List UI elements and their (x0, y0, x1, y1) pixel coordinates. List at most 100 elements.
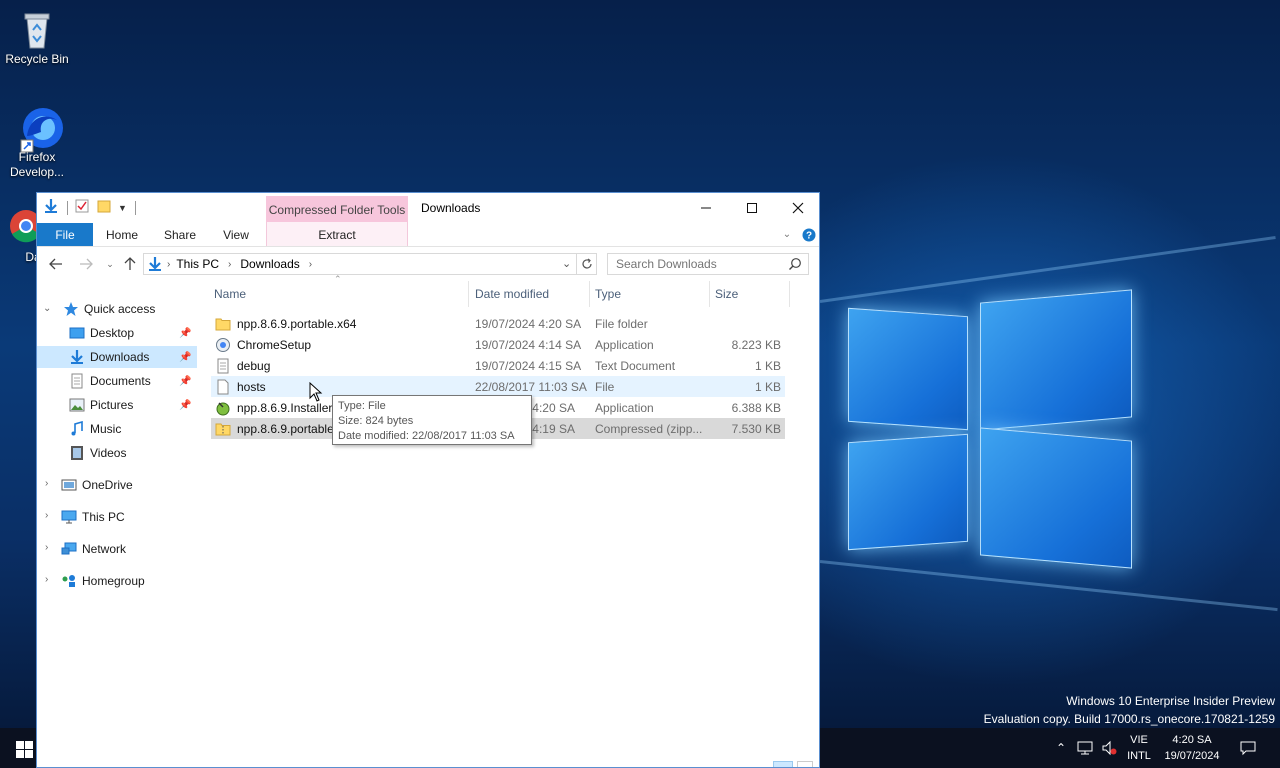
large-icons-view-toggle[interactable] (797, 761, 813, 767)
windows-logo-graphic (820, 270, 1150, 570)
breadcrumb-this-pc[interactable]: This PC (176, 257, 219, 271)
clock-time: 4:20 SA (1172, 734, 1212, 746)
file-date: 19/07/2024 4:20 SA (475, 316, 582, 331)
minimize-icon (701, 207, 711, 209)
nav-desktop[interactable]: Desktop 📌 (37, 322, 197, 344)
address-history-dropdown[interactable]: ⌄ (562, 257, 571, 270)
tooltip-type: Type: File (338, 400, 386, 412)
collapsed-chevron-icon[interactable]: › (45, 574, 48, 585)
downloads-folder-icon (43, 198, 59, 217)
new-folder-icon[interactable] (96, 198, 112, 217)
network-tray-icon[interactable] (1074, 728, 1096, 768)
up-arrow-icon (124, 257, 136, 270)
keyboard-layout: INTL (1127, 750, 1151, 762)
title-bar: ▼ Compressed Folder Tools Downloads (37, 193, 819, 223)
downloads-icon (69, 349, 85, 365)
windows-watermark: Windows 10 Enterprise Insider Preview Ev… (984, 694, 1275, 726)
maximize-button[interactable] (729, 193, 775, 223)
input-language-indicator[interactable]: VIE INTL (1122, 728, 1156, 768)
file-type: Compressed (zipp... (595, 421, 703, 436)
nav-label: Desktop (90, 326, 135, 340)
expanded-chevron-icon[interactable]: ⌄ (43, 303, 51, 314)
tab-extract[interactable]: Extract (266, 223, 408, 246)
nav-network[interactable]: › Network (37, 538, 197, 560)
help-button[interactable]: ? (799, 223, 819, 246)
tab-home[interactable]: Home (97, 223, 147, 246)
nav-pictures[interactable]: Pictures 📌 (37, 394, 197, 416)
properties-icon[interactable] (74, 198, 90, 217)
search-icon[interactable] (788, 257, 802, 274)
desktop-icon-firefox[interactable]: Firefox Develop... (1, 106, 73, 180)
nav-music[interactable]: Music (37, 418, 197, 440)
refresh-icon[interactable] (576, 254, 596, 274)
file-name: npp.8.6.9.portable. (237, 421, 338, 436)
desktop-icon-recycle-bin[interactable]: Recycle Bin (1, 8, 73, 66)
nav-label: Network (82, 542, 127, 556)
back-arrow-icon (49, 258, 62, 270)
toolbar-divider (134, 200, 136, 215)
collapsed-chevron-icon[interactable]: › (45, 542, 48, 553)
breadcrumb-separator: › (308, 258, 313, 270)
customize-toolbar-icon[interactable]: ▼ (118, 203, 127, 213)
notification-icon (1240, 741, 1256, 756)
nav-label: Music (90, 422, 122, 436)
nav-this-pc[interactable]: › This PC (37, 506, 197, 528)
documents-icon (69, 373, 85, 389)
file-type: File folder (595, 316, 648, 331)
minimize-button[interactable] (683, 193, 729, 223)
tab-view[interactable]: View (211, 223, 261, 246)
back-button[interactable] (47, 256, 65, 272)
nav-quick-access[interactable]: ⌄ Quick access (37, 298, 197, 320)
file-type: Application (595, 337, 654, 352)
details-view-toggle[interactable] (773, 761, 793, 767)
file-size: 6.388 KB (731, 400, 781, 415)
search-input[interactable] (616, 257, 776, 271)
forward-button[interactable] (77, 256, 95, 272)
file-row[interactable]: npp.8.6.9.portable.x64 19/07/2024 4:20 S… (211, 313, 785, 334)
column-header-type[interactable]: Type (590, 281, 710, 307)
breadcrumb-downloads[interactable]: Downloads (240, 257, 299, 271)
nav-videos[interactable]: Videos (37, 442, 197, 464)
pin-icon: 📌 (179, 399, 192, 411)
column-header-name[interactable]: Name (209, 281, 469, 307)
nav-documents[interactable]: Documents 📌 (37, 370, 197, 392)
collapsed-chevron-icon[interactable]: › (45, 478, 48, 489)
file-row[interactable]: debug 19/07/2024 4:15 SA Text Document 1… (211, 355, 785, 376)
up-button[interactable] (121, 256, 139, 272)
file-explorer-window: ▼ Compressed Folder Tools Downloads File… (36, 192, 820, 768)
action-center-button[interactable] (1234, 728, 1262, 768)
show-hidden-icons-button[interactable]: ⌃ (1050, 728, 1072, 768)
pin-icon: 📌 (179, 351, 192, 363)
desktop-icon-label: Recycle Bin (5, 52, 69, 66)
file-row[interactable]: hosts 22/08/2017 11:03 SA File 1 KB (211, 376, 785, 397)
collapsed-chevron-icon[interactable]: › (45, 510, 48, 521)
application-installer-icon (215, 337, 231, 353)
notepad-plus-plus-icon (215, 400, 231, 416)
tab-share[interactable]: Share (155, 223, 205, 246)
file-size: 8.223 KB (731, 337, 781, 352)
computer-icon (61, 509, 77, 525)
generic-file-icon (215, 379, 231, 395)
file-name: npp.8.6.9.portable.x64 (237, 316, 357, 331)
close-icon (792, 202, 804, 214)
close-button[interactable] (775, 193, 819, 223)
pin-icon: 📌 (179, 375, 192, 387)
expand-ribbon-chevron-icon[interactable]: ⌄ (777, 223, 797, 246)
column-header-size[interactable]: Size (710, 281, 790, 307)
music-icon (69, 420, 85, 437)
column-header-date-modified[interactable]: Date modified (470, 281, 590, 307)
chrome-icon (0, 206, 42, 246)
recent-locations-button[interactable]: ⌄ (101, 256, 119, 272)
search-box[interactable] (607, 253, 809, 275)
tab-file[interactable]: File (37, 223, 93, 246)
breadcrumb-separator: › (228, 258, 232, 270)
nav-homegroup[interactable]: › Homegroup (37, 570, 197, 592)
nav-onedrive[interactable]: › OneDrive (37, 474, 197, 496)
file-row[interactable]: ChromeSetup 19/07/2024 4:14 SA Applicati… (211, 334, 785, 355)
volume-muted-icon[interactable] (1098, 728, 1120, 768)
address-bar[interactable]: › This PC › Downloads › ⌄ (143, 253, 597, 275)
nav-downloads[interactable]: Downloads 📌 (37, 346, 197, 368)
clock[interactable]: 4:20 SA 19/07/2024 (1160, 728, 1224, 768)
nav-label: Downloads (90, 350, 150, 364)
help-icon: ? (802, 228, 816, 241)
